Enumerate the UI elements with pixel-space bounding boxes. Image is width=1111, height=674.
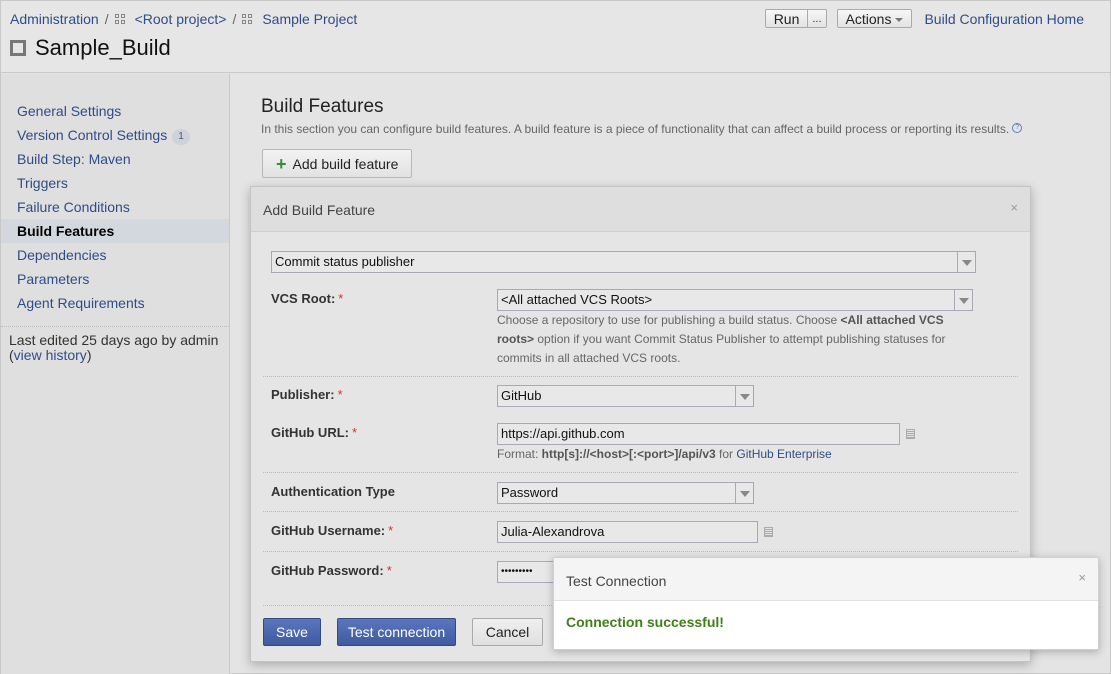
section-description: In this section you can configure build … bbox=[261, 122, 1023, 136]
sidebar-item-version-control-settings[interactable]: Version Control Settings 1 bbox=[1, 123, 229, 147]
publisher-select[interactable]: GitHub bbox=[497, 385, 754, 407]
section-title: Build Features bbox=[261, 96, 384, 117]
sidebar-item-label: Agent Requirements bbox=[17, 295, 145, 311]
build-configuration-home-link[interactable]: Build Configuration Home bbox=[924, 11, 1084, 27]
sidebar-item-label: Version Control Settings bbox=[17, 127, 168, 143]
parameter-picker-icon[interactable] bbox=[906, 429, 915, 439]
connection-status-message: Connection successful! bbox=[566, 614, 724, 630]
chevron-down-icon bbox=[954, 290, 972, 310]
test-connection-popup: Test Connection × Connection successful! bbox=[553, 557, 1099, 650]
save-button[interactable]: Save bbox=[263, 618, 321, 646]
vcs-root-select[interactable]: <All attached VCS Roots> bbox=[497, 289, 973, 311]
last-edited-text: Last edited 25 days ago by admin bbox=[9, 332, 219, 348]
add-build-feature-label: Add build feature bbox=[292, 155, 399, 172]
sidebar-item-label: Dependencies bbox=[17, 247, 107, 263]
run-button-group: Run ... bbox=[764, 9, 827, 28]
github-url-label: GitHub URL: * bbox=[271, 425, 358, 440]
auth-type-label: Authentication Type bbox=[271, 484, 395, 499]
sidebar-item-agent-requirements[interactable]: Agent Requirements bbox=[1, 291, 229, 315]
last-edited-info: Last edited 25 days ago by admin (view h… bbox=[1, 326, 229, 363]
breadcrumb-administration[interactable]: Administration bbox=[10, 11, 99, 27]
view-history-link[interactable]: view history bbox=[14, 347, 87, 363]
sidebar-item-label: Triggers bbox=[17, 175, 68, 191]
required-marker: * bbox=[386, 563, 392, 578]
breadcrumb-sample-project[interactable]: Sample Project bbox=[262, 11, 357, 27]
sidebar-item-label: General Settings bbox=[17, 103, 122, 119]
breadcrumb-separator: / bbox=[232, 11, 237, 27]
required-marker: * bbox=[388, 523, 394, 538]
sidebar-item-build-features[interactable]: Build Features bbox=[1, 219, 229, 243]
breadcrumb-separator: / bbox=[104, 11, 109, 27]
sidebar-item-label: Failure Conditions bbox=[17, 199, 130, 215]
sidebar-item-triggers[interactable]: Triggers bbox=[1, 171, 229, 195]
github-password-label: GitHub Password: * bbox=[271, 563, 392, 578]
sidebar-item-parameters[interactable]: Parameters bbox=[1, 267, 229, 291]
plus-icon: + bbox=[276, 153, 287, 174]
github-username-label: GitHub Username: * bbox=[271, 523, 394, 538]
run-button[interactable]: Run bbox=[764, 9, 809, 28]
feature-type-value: Commit status publisher bbox=[275, 254, 415, 269]
github-username-input[interactable]: Julia-Alexandrova bbox=[497, 521, 758, 543]
github-url-input[interactable]: https://api.github.com bbox=[497, 423, 900, 445]
actions-label: Actions bbox=[845, 11, 892, 27]
required-marker: * bbox=[337, 387, 343, 402]
sidebar-item-label: Build Step: Maven bbox=[17, 151, 131, 167]
sidebar-item-build-step-maven[interactable]: Build Step: Maven bbox=[1, 147, 229, 171]
count-badge: 1 bbox=[172, 129, 190, 145]
dialog-title: Add Build Feature bbox=[263, 202, 376, 218]
auth-type-value: Password bbox=[501, 485, 559, 500]
divider bbox=[263, 511, 1018, 512]
add-build-feature-button[interactable]: + Add build feature bbox=[262, 149, 413, 178]
build-configuration-icon bbox=[10, 40, 26, 56]
popup-header: Test Connection × bbox=[554, 558, 1098, 601]
close-icon[interactable]: × bbox=[1078, 570, 1086, 585]
header-actions: Run ... Actions Build Configuration Home bbox=[764, 9, 1084, 28]
vcs-root-value: <All attached VCS Roots> bbox=[501, 292, 653, 307]
chevron-down-icon bbox=[957, 252, 975, 272]
sidebar-item-label: Parameters bbox=[17, 271, 90, 287]
close-icon[interactable]: × bbox=[1010, 200, 1018, 215]
parameter-picker-icon[interactable] bbox=[764, 527, 773, 537]
project-icon bbox=[114, 14, 125, 24]
page-header: Administration / <Root project> / Sample… bbox=[1, 1, 1110, 73]
test-connection-button[interactable]: Test connection bbox=[337, 618, 456, 646]
divider bbox=[263, 472, 1018, 473]
chevron-down-icon bbox=[895, 18, 904, 23]
run-custom-button[interactable]: ... bbox=[808, 9, 827, 28]
publisher-label: Publisher: * bbox=[271, 387, 343, 402]
required-marker: * bbox=[338, 291, 344, 306]
github-url-hint: Format: http[s]://<host>[:<port>]/api/v3… bbox=[497, 447, 832, 461]
dialog-header: Add Build Feature × bbox=[251, 187, 1030, 232]
actions-dropdown[interactable]: Actions bbox=[836, 9, 913, 28]
chevron-down-icon bbox=[735, 386, 753, 406]
sidebar-item-dependencies[interactable]: Dependencies bbox=[1, 243, 229, 267]
sidebar-item-label: Build Features bbox=[17, 223, 115, 239]
sidebar: General Settings Version Control Setting… bbox=[1, 74, 230, 674]
github-enterprise-link[interactable]: GitHub Enterprise bbox=[736, 447, 831, 461]
breadcrumb-root-project[interactable]: <Root project> bbox=[135, 11, 227, 27]
settings-nav: General Settings Version Control Setting… bbox=[1, 74, 229, 315]
vcs-root-label: VCS Root: * bbox=[271, 291, 344, 306]
sidebar-item-general-settings[interactable]: General Settings bbox=[1, 99, 229, 123]
chevron-down-icon bbox=[735, 483, 753, 503]
auth-type-select[interactable]: Password bbox=[497, 482, 754, 504]
section-description-text: In this section you can configure build … bbox=[261, 122, 1010, 136]
page-title-text: Sample_Build bbox=[35, 35, 171, 60]
page-title: Sample_Build bbox=[10, 35, 171, 61]
cancel-button[interactable]: Cancel bbox=[472, 618, 543, 646]
popup-title: Test Connection bbox=[566, 573, 667, 589]
breadcrumb: Administration / <Root project> / Sample… bbox=[10, 11, 357, 27]
required-marker: * bbox=[351, 425, 358, 440]
help-icon[interactable]: ? bbox=[1012, 123, 1023, 133]
divider bbox=[263, 551, 1018, 552]
project-icon bbox=[242, 14, 253, 24]
sidebar-item-failure-conditions[interactable]: Failure Conditions bbox=[1, 195, 229, 219]
divider bbox=[263, 376, 1018, 377]
publisher-value: GitHub bbox=[501, 388, 542, 403]
feature-type-select[interactable]: Commit status publisher bbox=[271, 251, 976, 273]
vcs-root-hint: Choose a repository to use for publishin… bbox=[497, 313, 946, 365]
